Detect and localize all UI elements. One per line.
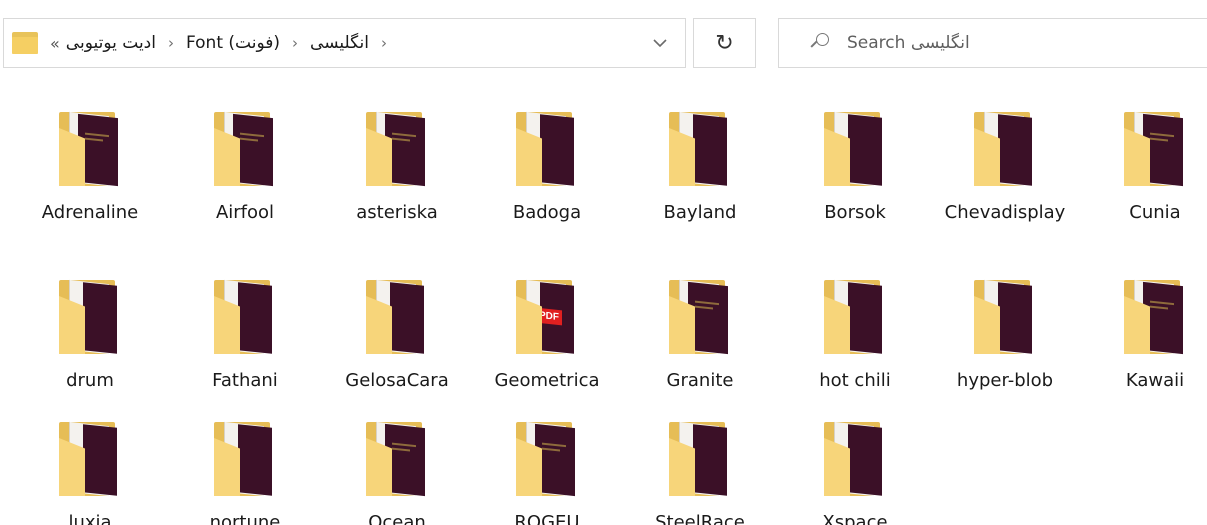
folder-name: Bayland [663,202,737,223]
folder-item[interactable]: GelosaCara [322,268,472,398]
folder-item[interactable]: SteelRace [625,410,775,525]
chevron-right-icon[interactable]: › [292,34,298,52]
folder-name: hot chili [819,370,891,391]
folder-icon [1124,108,1186,188]
folder-icon [669,418,731,498]
folder-grid: Adrenaline Airfool asteriska Badoga Bayland B… [0,100,1207,525]
folder-item[interactable]: asteriska [322,100,472,230]
folder-item[interactable]: Bayland [625,100,775,230]
folder-icon [12,32,38,54]
breadcrumb-overflow-button[interactable]: « [50,34,60,53]
folder-icon [516,108,578,188]
folder-item[interactable]: nortune [170,410,320,525]
folder-icon [59,108,121,188]
folder-name: Geometrica [494,370,600,391]
folder-name: SteelRace [655,512,745,525]
folder-name: luxia [68,512,112,525]
chevron-right-icon[interactable]: › [381,34,387,52]
folder-icon [1124,276,1186,356]
folder-icon [669,276,731,356]
folder-item[interactable]: Kawaii [1080,268,1207,398]
address-history-dropdown[interactable] [635,19,685,67]
folder-icon [366,276,428,356]
folder-name: drum [66,370,114,391]
folder-item[interactable]: drum [15,268,165,398]
folder-item[interactable]: Badoga [472,100,622,230]
folder-name: Ocean [368,512,426,525]
folder-icon [974,108,1036,188]
folder-icon [366,108,428,188]
folder-item[interactable]: Adrenaline [15,100,165,230]
folder-name: nortune [209,512,281,525]
folder-name: Adrenaline [41,202,139,223]
folder-icon [669,108,731,188]
folder-icon [214,418,276,498]
folder-item[interactable]: Borsok [780,100,930,230]
folder-icon [366,418,428,498]
folder-name: ROGEU [514,512,580,525]
folder-item[interactable]: hot chili [780,268,930,398]
folder-icon [824,418,886,498]
search-input[interactable]: Search انگلیسی [847,33,970,53]
folder-item[interactable]: Granite [625,268,775,398]
breadcrumb-item-youtube-edit[interactable]: ادیت یوتیوبی [66,33,156,53]
folder-item[interactable]: Airfool [170,100,320,230]
folder-name: Xspace [822,512,888,525]
search-box[interactable]: Search انگلیسی [778,18,1207,68]
refresh-button[interactable]: ↻ [693,18,756,68]
folder-item[interactable]: Chevadisplay [930,100,1080,230]
folder-icon [214,276,276,356]
folder-name: Cunia [1129,202,1181,223]
folder-name: Borsok [824,202,886,223]
folder-name: Fathani [212,370,278,391]
refresh-icon: ↻ [715,30,734,56]
folder-name: GelosaCara [345,370,449,391]
folder-icon [516,418,578,498]
folder-item[interactable]: hyper-blob [930,268,1080,398]
folder-icon [214,108,276,188]
folder-icon [824,276,886,356]
folder-name: hyper-blob [956,370,1054,391]
folder-name: Granite [666,370,734,391]
folder-name: Kawaii [1125,370,1185,391]
breadcrumb-item-english[interactable]: انگلیسی [310,33,369,53]
folder-name: Badoga [512,202,582,223]
folder-item[interactable]: Xspace [780,410,930,525]
folder-name: asteriska [356,202,438,223]
folder-item[interactable]: Ocean [322,410,472,525]
chevron-down-icon [653,38,667,47]
folder-item[interactable]: PDF Geometrica [472,268,622,398]
folder-icon [824,108,886,188]
folder-icon [59,418,121,498]
folder-icon: PDF [516,276,578,356]
chevron-right-icon[interactable]: › [168,34,174,52]
folder-icon [59,276,121,356]
folder-item[interactable]: ROGEU [472,410,622,525]
address-bar[interactable]: « ادیت یوتیوبی › Font (فونت) › انگلیسی › [3,18,686,68]
folder-name: Chevadisplay [944,202,1066,223]
folder-item[interactable]: luxia [15,410,165,525]
folder-item[interactable]: Cunia [1080,100,1207,230]
folder-icon [974,276,1036,356]
breadcrumb: « ادیت یوتیوبی › Font (فونت) › انگلیسی › [50,33,399,53]
breadcrumb-item-font[interactable]: Font (فونت) [186,33,280,53]
search-icon [809,33,829,53]
folder-item[interactable]: Fathani [170,268,320,398]
folder-name: Airfool [215,202,275,223]
